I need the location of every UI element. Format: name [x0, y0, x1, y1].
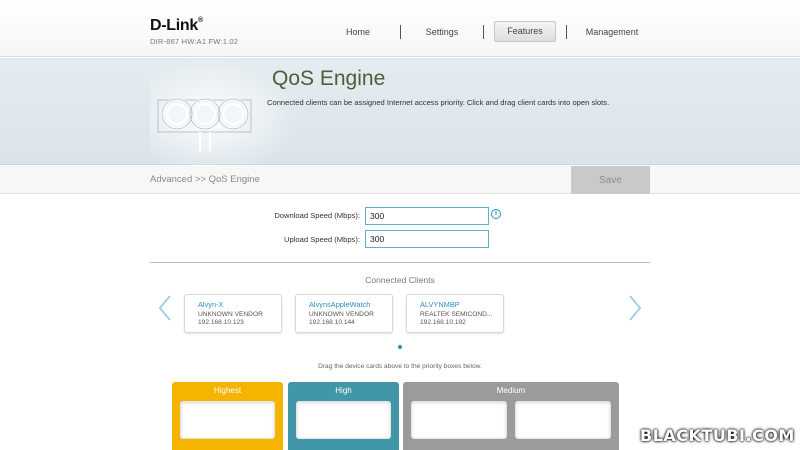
- client-ip: 192.168.10.192: [420, 319, 466, 326]
- top-navigation-bar: D-Link® DIR-867 HW:A1 FW:1.02 Home Setti…: [0, 0, 800, 57]
- client-card[interactable]: Alvyn-X UNKNOWN VENDOR 192.168.10.123: [184, 294, 282, 333]
- priority-box-highest[interactable]: Highest: [172, 382, 283, 450]
- page-header-banner: QoS Engine Connected clients can be assi…: [0, 58, 800, 165]
- nav-separator: [400, 25, 401, 39]
- watermark: BLACKTUBI.COM: [640, 426, 795, 445]
- save-button[interactable]: Save: [571, 166, 650, 194]
- section-divider: [150, 262, 650, 263]
- client-name: ALVYNMBP: [420, 300, 460, 309]
- brand: D-Link® DIR-867 HW:A1 FW:1.02: [150, 17, 238, 46]
- page-title: QoS Engine: [272, 67, 386, 90]
- breadcrumb: Advanced >> QoS Engine: [150, 174, 260, 185]
- priority-slot[interactable]: [296, 401, 391, 439]
- priority-label: High: [335, 386, 352, 395]
- connected-clients-title: Connected Clients: [365, 275, 435, 285]
- nav-settings[interactable]: Settings: [404, 22, 480, 42]
- nav-separator: [483, 25, 484, 39]
- client-card[interactable]: AlvynsAppleWatch UNKNOWN VENDOR 192.168.…: [295, 294, 393, 333]
- device-model-info: DIR-867 HW:A1 FW:1.02: [150, 37, 239, 46]
- main-nav: Home Settings Features Management: [320, 21, 652, 42]
- client-name: Alvyn-X: [198, 300, 224, 309]
- priority-box-high[interactable]: High: [288, 382, 399, 450]
- download-speed-label: Download Speed (Mbps):: [274, 211, 360, 220]
- client-ip: 192.168.10.144: [309, 319, 355, 326]
- priority-slot[interactable]: [515, 401, 611, 439]
- client-name: AlvynsAppleWatch: [309, 300, 371, 309]
- nav-home[interactable]: Home: [320, 22, 396, 42]
- priority-box-medium[interactable]: Medium: [403, 382, 619, 450]
- priority-label: Medium: [496, 386, 526, 395]
- download-speed-input[interactable]: [365, 207, 489, 225]
- drag-hint-text: Drag the device cards above to the prior…: [318, 363, 482, 370]
- client-card[interactable]: ALVYNMBP REALTEK SEMICOND... 192.168.10.…: [406, 294, 504, 333]
- upload-speed-label: Upload Speed (Mbps):: [284, 235, 360, 244]
- chevron-left-icon[interactable]: [157, 294, 173, 322]
- nav-separator: [566, 25, 567, 39]
- page-description: Connected clients can be assigned Intern…: [267, 98, 610, 107]
- dlink-logo: D-Link®: [150, 17, 203, 34]
- priority-slot[interactable]: [180, 401, 275, 439]
- nav-features[interactable]: Features: [494, 21, 556, 42]
- carousel-page-indicator[interactable]: [398, 345, 402, 349]
- client-vendor: UNKNOWN VENDOR: [198, 311, 263, 318]
- breadcrumb-bar: Advanced >> QoS Engine Save: [0, 166, 800, 194]
- client-vendor: UNKNOWN VENDOR: [309, 311, 374, 318]
- client-vendor: REALTEK SEMICOND...: [420, 311, 493, 318]
- priority-slot[interactable]: [411, 401, 507, 439]
- qos-engine-illustration: [157, 97, 252, 152]
- priority-label: Highest: [213, 386, 242, 395]
- client-ip: 192.168.10.123: [198, 319, 244, 326]
- nav-management[interactable]: Management: [572, 22, 652, 42]
- info-icon[interactable]: i: [491, 209, 501, 219]
- upload-speed-input[interactable]: [365, 230, 489, 248]
- chevron-right-icon[interactable]: [627, 294, 643, 322]
